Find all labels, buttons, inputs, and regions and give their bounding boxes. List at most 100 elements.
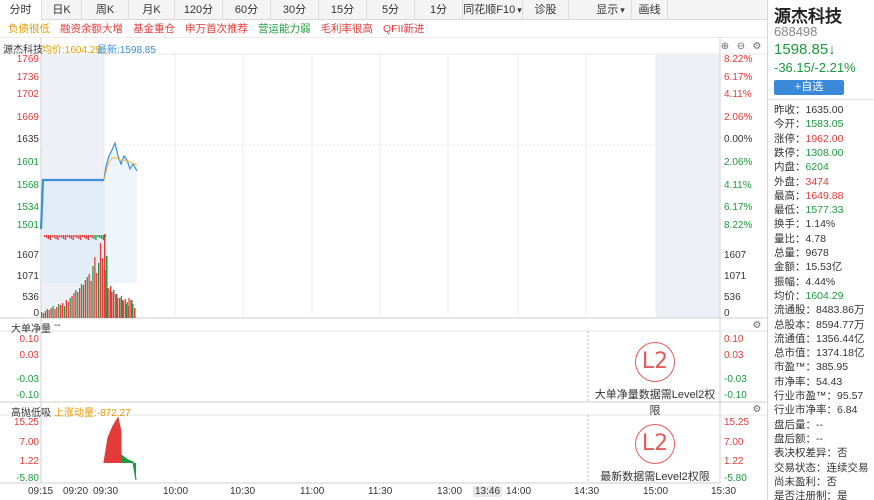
momentum-value: 上涨动量:-872.27	[54, 408, 131, 419]
avg-price-label: 均价:1604.29	[42, 45, 101, 56]
stock-tag[interactable]: 负债很低	[8, 21, 50, 36]
quote-field-row: 今开：1583.05	[774, 116, 843, 131]
stock-tag[interactable]: 融资余额大增	[60, 21, 123, 36]
quote-field-label: 内盘：	[774, 161, 806, 174]
stock-tag[interactable]: QFII新进	[383, 21, 424, 36]
time-grid	[103, 55, 657, 318]
settings-gear-icon[interactable]: ⚙	[752, 405, 762, 415]
quote-field-value: 1635.00	[805, 104, 844, 116]
high-low-tick: 15.25	[724, 417, 750, 428]
price-tick-label: 1669	[16, 112, 39, 123]
volume-bar	[110, 286, 112, 318]
quote-field-value: 4.44%	[805, 275, 836, 288]
net-bar	[99, 235, 101, 238]
net-volume-title: 大单净量	[11, 324, 51, 335]
net-bar	[102, 235, 105, 240]
tab-15min[interactable]: 15分	[319, 0, 367, 20]
percent-tick-label: 8.22%	[724, 220, 753, 231]
quote-field-label: 盘后量：	[774, 418, 816, 431]
zoom-out-icon[interactable]: ⊖	[736, 42, 746, 52]
high-low-tick: -5.80	[724, 473, 747, 484]
quote-field-row: 外盘：3474	[774, 174, 829, 189]
volume-bar	[46, 309, 48, 318]
net-bar	[78, 235, 80, 239]
net-bar	[82, 235, 84, 237]
tab-60min[interactable]: 60分	[223, 0, 271, 20]
settings-gear-icon[interactable]: ⚙	[752, 321, 762, 331]
volume-bar	[119, 298, 121, 318]
volume-bar	[44, 311, 47, 318]
tab-weekly-k[interactable]: 周K	[82, 0, 129, 20]
stock-tag[interactable]: 申万首次推荐	[185, 21, 248, 36]
net-bar	[87, 235, 89, 240]
quote-field-value: 是	[837, 490, 848, 500]
stock-tag[interactable]: 基金重仓	[133, 21, 175, 36]
percent-tick-label: 8.22%	[724, 54, 753, 65]
display-menu-button[interactable]: 显示 ▾	[590, 0, 632, 20]
volume-bar	[92, 266, 94, 318]
quote-field-value: 1308.00	[805, 146, 844, 159]
volume-bar	[75, 290, 77, 318]
volume-bar	[113, 290, 115, 318]
quote-field-label: 是否注册制：	[774, 490, 837, 500]
volume-tick-label: 0	[724, 308, 730, 319]
quote-field-label: 表决权差异：	[774, 447, 837, 460]
level2-lock-text: 最新数据需Level2权限	[600, 471, 710, 483]
quote-field-value: 95.57	[837, 390, 864, 402]
quote-field-label: 最低：	[774, 204, 806, 217]
quote-field-label: 跌停：	[774, 146, 806, 159]
chevron-down-icon: ▾	[517, 5, 522, 15]
stock-tag[interactable]: 毛利率很高	[321, 21, 374, 36]
tab-monthly-k[interactable]: 月K	[129, 0, 175, 20]
quote-field-value: 8594.77万	[816, 318, 865, 331]
stock-tag[interactable]: 营运能力弱	[258, 21, 311, 36]
price-tick-label: 1501	[16, 220, 39, 231]
time-tick-label: 15:30	[711, 486, 737, 497]
time-tick-label: 13:00	[437, 486, 463, 497]
tab-5min[interactable]: 5分	[367, 0, 415, 20]
tab-f10[interactable]: 同花顺F10 ▾	[463, 0, 523, 20]
momentum-area-up	[104, 418, 121, 463]
draw-line-button[interactable]: 画线	[632, 0, 668, 20]
quote-field-value: 1962.00	[805, 132, 844, 145]
quote-field-value: 3474	[805, 175, 829, 188]
tab-1min[interactable]: 1分	[415, 0, 463, 20]
net-volume-tick: -0.03	[724, 374, 747, 385]
tab-intraday[interactable]: 分时	[0, 0, 42, 20]
tab-diagnose[interactable]: 诊股	[523, 0, 569, 20]
level2-lock-notice[interactable]: L2 大单净量数据需Level2权限	[590, 342, 720, 418]
quote-field-row: 昨收：1635.00	[774, 102, 843, 117]
price-tick-label: 1769	[16, 54, 39, 65]
quote-field-value: 385.95	[816, 361, 849, 374]
stock-change: -36.15/-2.21%	[774, 60, 856, 75]
volume-tick-label: 1607	[724, 250, 747, 261]
quote-field-row: 盘后量：--	[774, 417, 823, 432]
quote-field-label: 今开：	[774, 118, 806, 131]
quote-field-value: 54.43	[816, 375, 843, 388]
quote-field-row: 换手：1.14%	[774, 216, 835, 231]
tab-120min[interactable]: 120分	[175, 0, 223, 20]
quote-field-value: 6.84	[837, 404, 858, 417]
quote-field-label: 总市值：	[774, 347, 816, 360]
add-watchlist-button[interactable]: +自选	[774, 80, 844, 95]
tab-daily-k[interactable]: 日K	[42, 0, 82, 20]
volume-bar	[60, 305, 62, 318]
quote-field-label: 换手：	[774, 218, 806, 231]
volume-bar	[131, 300, 133, 318]
level2-lock-text: 大单净量数据需Level2权限	[594, 389, 716, 417]
price-tick-label: 1635	[16, 134, 39, 145]
quote-field-row: 尚未盈利：否	[774, 474, 837, 489]
volume-bar	[98, 263, 100, 318]
quote-field-row: 跌停：1308.00	[774, 145, 843, 160]
settings-gear-icon[interactable]: ⚙	[752, 42, 762, 52]
tab-30min[interactable]: 30分	[271, 0, 319, 20]
net-bar	[61, 235, 63, 238]
stock-tag-bar: 负债很低 融资余额大增 基金重仓 申万首次推荐 营运能力弱 毛利率很高 QFII新进	[0, 20, 767, 38]
zoom-in-icon[interactable]: ⊕	[720, 42, 730, 52]
time-tick-label: 15:00	[643, 486, 669, 497]
level2-lock-notice[interactable]: L2 最新数据需Level2权限	[590, 424, 720, 484]
volume-bar	[79, 288, 81, 318]
volume-bar	[58, 304, 60, 318]
intraday-chart[interactable]: 源杰科技 均价:1604.29 最新:1598.85 ⊕ ⊖ ⚙ 1769 173…	[0, 38, 767, 500]
quote-field-row: 量比：4.78	[774, 231, 826, 246]
